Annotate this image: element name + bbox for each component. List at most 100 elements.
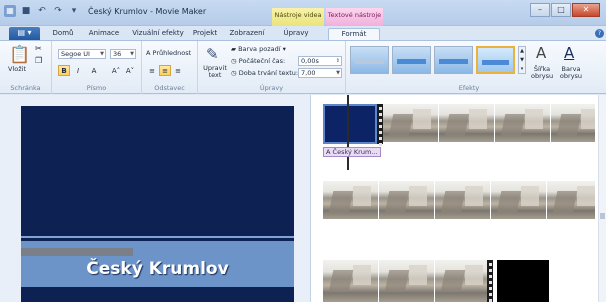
black-clip-frame[interactable]: [497, 260, 549, 302]
save-icon[interactable]: ■: [20, 5, 32, 17]
shrink-font-button[interactable]: A˅: [124, 65, 136, 76]
clip-frame[interactable]: [435, 260, 487, 302]
undo-icon[interactable]: ↶: [36, 5, 48, 17]
outline-size-button[interactable]: Šířka obrysu: [531, 66, 553, 80]
storyboard: A Český Krum...: [310, 95, 606, 302]
group-font: Segoe UI ▼ 36 ▼ B I A A˄ A˅ Písmo: [52, 41, 142, 94]
align-right-button[interactable]: ≡: [172, 65, 184, 76]
clip-frame[interactable]: [379, 181, 434, 219]
group-adjust: ✎ Upravit text ▰ Barva pozadí ▾ ◷ Počáte…: [198, 41, 346, 94]
tab-format[interactable]: Formát: [328, 28, 380, 40]
ribbon-tabs: ▤ ▾ Domů Animace Vizuální efekty Projekt…: [0, 26, 606, 40]
group-paragraph: A Průhlednost ≡ ≡ ≡ Odstavec: [142, 41, 198, 94]
bold-button[interactable]: B: [58, 65, 70, 76]
caption-clip-label: Český Krum...: [332, 148, 378, 156]
font-size-value: 36: [113, 50, 122, 58]
preview-title-text: Český Krumlov: [86, 259, 229, 279]
paste-icon[interactable]: 📋: [9, 45, 30, 65]
clip-frame[interactable]: [323, 260, 378, 302]
font-size-select[interactable]: 36 ▼: [110, 49, 136, 59]
text-caption-icon: A: [326, 148, 331, 156]
duration-select[interactable]: 7,00 ▼: [298, 68, 342, 78]
scrollbar-thumb[interactable]: [600, 213, 605, 219]
effect-thumbnail[interactable]: [434, 46, 473, 74]
tab-home[interactable]: Domů: [50, 28, 76, 40]
chevron-down-icon: ▼: [130, 51, 134, 57]
ribbon: 📋 Vložit ✂ ❐ Schránka Segoe UI ▼ 36 ▼ B I …: [0, 40, 606, 94]
outline-color-icon[interactable]: A: [564, 44, 574, 62]
chevron-down-icon: ▼: [336, 70, 340, 76]
effect-thumbnail[interactable]: [350, 46, 389, 74]
app-icon[interactable]: ▦: [4, 5, 16, 17]
tab-visual-effects[interactable]: Vizuální efekty: [130, 28, 186, 40]
effect-thumbnail[interactable]: [392, 46, 431, 74]
duration-label: ◷ Doba trvání textu:: [231, 69, 298, 77]
font-family-value: Segoe UI: [61, 50, 90, 58]
clip-frame[interactable]: [439, 104, 494, 142]
redo-icon[interactable]: ↷: [52, 5, 64, 17]
italic-button[interactable]: I: [72, 65, 84, 76]
paste-button[interactable]: Vložit: [8, 65, 26, 73]
clip-frame[interactable]: [323, 181, 378, 219]
edit-text-icon[interactable]: ✎: [206, 45, 219, 63]
tab-animations[interactable]: Animace: [84, 28, 124, 40]
customize-toolbar-icon[interactable]: ▾: [68, 5, 80, 17]
clip-frame[interactable]: [547, 181, 595, 219]
decorative-band: [21, 248, 133, 256]
clip-frame[interactable]: [383, 104, 438, 142]
caption-clip[interactable]: A Český Krum...: [323, 147, 381, 157]
playhead[interactable]: [347, 95, 349, 170]
start-time-label: ◷ Počáteční čas:: [231, 57, 285, 65]
group-label-effects: Efekty: [458, 84, 480, 92]
duration-value: 7,00: [301, 69, 316, 77]
minimize-button[interactable]: –: [530, 3, 550, 17]
effects-gallery-scroll[interactable]: ▲ ▼ ▾: [518, 46, 526, 74]
close-button[interactable]: ✕: [572, 3, 600, 17]
tab-view[interactable]: Zobrazení: [226, 28, 268, 40]
clip-frame[interactable]: [379, 260, 434, 302]
copy-icon[interactable]: ❐: [35, 56, 42, 65]
video-preview[interactable]: Český Krumlov: [21, 106, 294, 302]
quick-access-toolbar: ▦ ■ ↶ ↷ ▾: [4, 5, 80, 17]
context-tab-text-tools: Textové nástroje: [326, 8, 383, 26]
group-label-paragraph: Odstavec: [154, 84, 185, 92]
background-color-button[interactable]: ▰ Barva pozadí ▾: [231, 45, 286, 53]
help-icon[interactable]: ?: [595, 29, 604, 38]
file-menu-button[interactable]: ▤ ▾: [9, 27, 40, 40]
tab-project[interactable]: Projekt: [190, 28, 220, 40]
outline-color-button[interactable]: Barva obrysu: [558, 66, 584, 80]
clip-frame[interactable]: [551, 104, 595, 142]
duration-text: Doba trvání textu:: [238, 69, 299, 77]
align-left-button[interactable]: ≡: [146, 65, 158, 76]
font-family-select[interactable]: Segoe UI ▼: [58, 49, 106, 59]
start-time-value: 0,00s: [301, 57, 319, 65]
grow-font-button[interactable]: A˄: [110, 65, 122, 76]
outline-size-icon[interactable]: A: [536, 44, 546, 62]
storyboard-scrollbar[interactable]: [598, 95, 606, 302]
title-clip-frame[interactable]: [323, 104, 377, 144]
clip-frame[interactable]: [491, 181, 546, 219]
clip-frame[interactable]: [435, 181, 490, 219]
start-time-text: Počáteční čas:: [238, 57, 286, 65]
font-color-button[interactable]: A: [88, 65, 100, 76]
spinner-icon[interactable]: ⇕: [336, 57, 340, 65]
tab-edit[interactable]: Úpravy: [278, 28, 314, 40]
clip-divider: [487, 260, 493, 302]
chevron-down-icon: ▼: [100, 51, 104, 57]
transparency-button[interactable]: A Průhlednost: [146, 49, 191, 57]
edit-text-button[interactable]: Upravit text: [202, 65, 228, 79]
start-time-input[interactable]: 0,00s ⇕: [298, 56, 342, 66]
group-effects: ▲ ▼ ▾ A Šířka obrysu A Barva obrysu Efekty: [346, 41, 592, 94]
clip-frame[interactable]: [495, 104, 550, 142]
window-controls: – □ ✕: [530, 3, 600, 17]
clock-icon: ◷: [231, 69, 237, 77]
transparency-label: Průhlednost: [152, 49, 192, 57]
clock-icon: ◷: [231, 57, 237, 65]
align-center-button[interactable]: ≡: [159, 65, 171, 76]
paint-bucket-icon: ▰: [231, 45, 236, 53]
maximize-button[interactable]: □: [551, 3, 571, 17]
group-label-clipboard: Schránka: [10, 84, 41, 92]
cut-icon[interactable]: ✂: [35, 44, 42, 53]
effect-thumbnail-selected[interactable]: [476, 46, 515, 74]
group-label-font: Písmo: [86, 84, 107, 92]
